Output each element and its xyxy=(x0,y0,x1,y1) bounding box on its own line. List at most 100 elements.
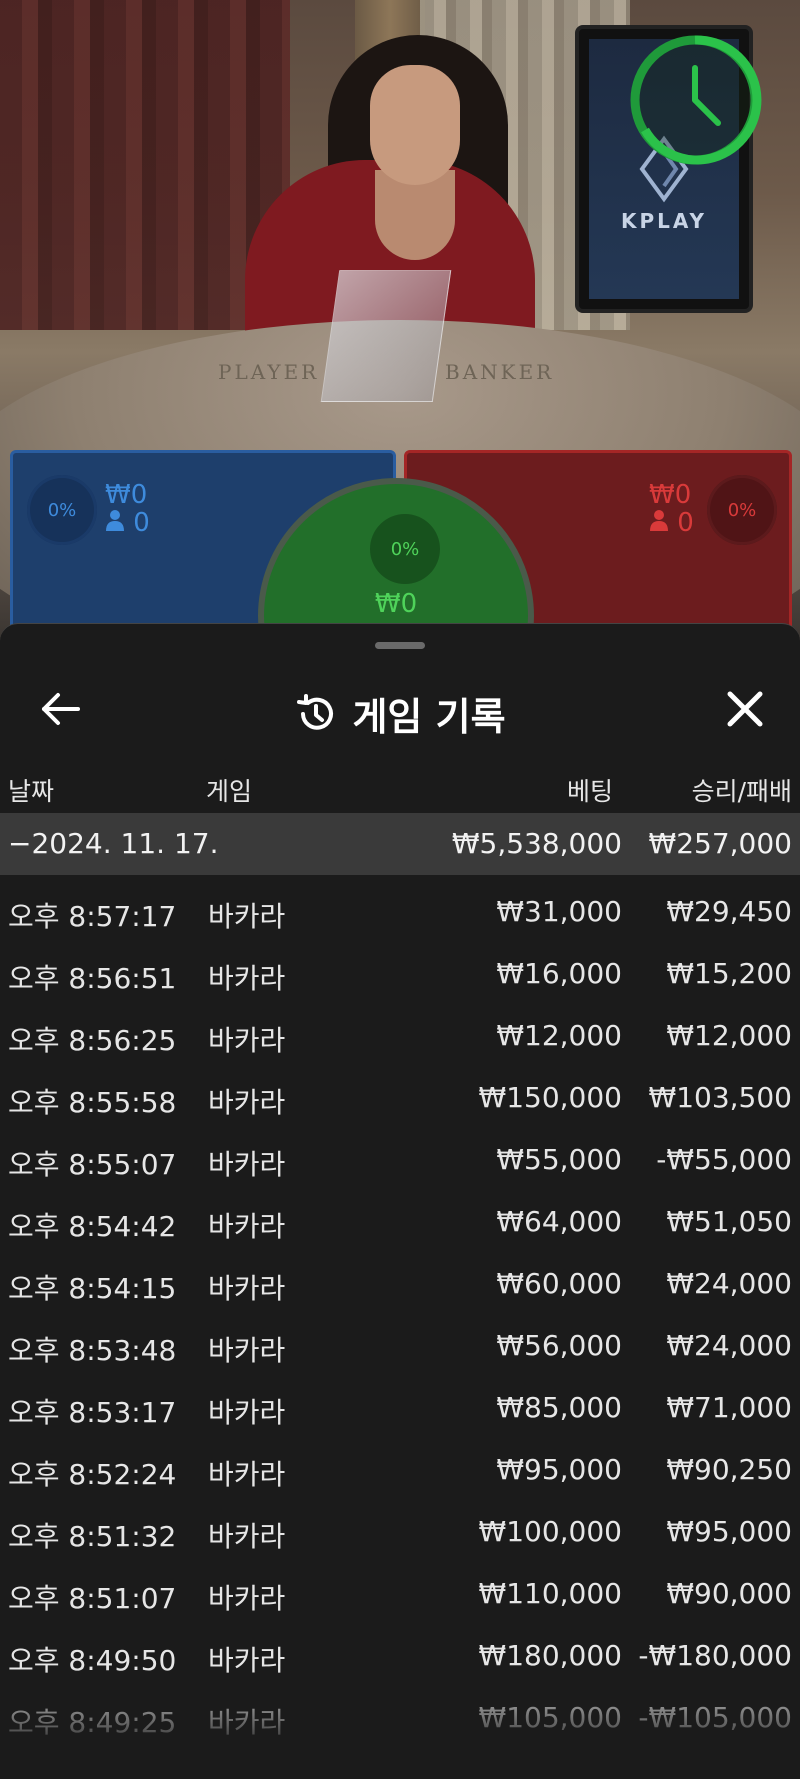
row-time: 오후 8:54:15 xyxy=(8,1272,177,1305)
row-time: 오후 8:53:48 xyxy=(8,1334,177,1367)
row-result: ₩95,000 xyxy=(666,1515,792,1548)
banker-bettor-count: 0 xyxy=(677,508,694,538)
row-bet: ₩180,000 xyxy=(478,1639,622,1672)
row-bet: ₩12,000 xyxy=(496,1019,622,1052)
history-icon xyxy=(297,693,334,730)
tie-percentage: 0% xyxy=(370,514,440,584)
row-time: 오후 8:52:24 xyxy=(8,1458,177,1491)
dealer-face xyxy=(370,65,460,185)
banker-bet-amount: ₩0 xyxy=(649,480,692,510)
table-label-player: PLAYER xyxy=(218,360,320,384)
row-time: 오후 8:56:25 xyxy=(8,1024,177,1057)
row-result: ₩90,250 xyxy=(666,1453,792,1486)
table-label-banker: BANKER xyxy=(445,360,555,384)
player-bet-amount: ₩0 xyxy=(105,480,148,510)
row-game: 바카라 xyxy=(208,1644,286,1677)
row-bet: ₩150,000 xyxy=(478,1081,622,1114)
history-row[interactable]: 오후 8:56:51 바카라 ₩16,000 ₩15,200 xyxy=(0,937,800,999)
player-bettor-count: 0 xyxy=(133,508,150,538)
row-result: ₩51,050 xyxy=(666,1205,792,1238)
summary-bet: ₩5,538,000 xyxy=(451,827,622,860)
row-result: ₩90,000 xyxy=(666,1577,792,1610)
row-game: 바카라 xyxy=(208,1458,286,1491)
row-game: 바카라 xyxy=(208,1396,286,1429)
col-bet: 베팅 xyxy=(566,777,613,806)
row-bet: ₩55,000 xyxy=(496,1143,622,1176)
row-bet: ₩60,000 xyxy=(496,1267,622,1300)
summary-date: −2024. 11. 17. xyxy=(8,827,219,860)
row-result: -₩180,000 xyxy=(638,1639,792,1672)
sheet-drag-handle[interactable] xyxy=(375,642,425,649)
row-time: 오후 8:53:17 xyxy=(8,1396,177,1429)
player-percentage: 0% xyxy=(27,475,97,545)
history-row[interactable]: 오후 8:57:17 바카라 ₩31,000 ₩29,450 xyxy=(0,875,800,937)
monitor-logo-text: KPLAY xyxy=(621,209,707,233)
row-game: 바카라 xyxy=(208,1334,286,1367)
sheet-title: 게임 기록 xyxy=(352,695,506,739)
row-game: 바카라 xyxy=(208,1706,286,1739)
tie-bet-amount: ₩0 xyxy=(374,589,418,619)
row-result: ₩12,000 xyxy=(666,1019,792,1052)
row-game: 바카라 xyxy=(208,1024,286,1057)
user-icon xyxy=(650,510,668,531)
row-game: 바카라 xyxy=(208,1210,286,1243)
col-game: 게임 xyxy=(206,777,253,806)
row-time: 오후 8:56:51 xyxy=(8,962,177,995)
countdown-timer-icon xyxy=(630,35,762,165)
sheet-header: 게임 기록 xyxy=(0,664,800,764)
history-row[interactable]: 오후 8:49:25 바카라 ₩105,000 -₩105,000 xyxy=(0,1681,800,1743)
row-result: ₩103,500 xyxy=(648,1081,792,1114)
live-video: PLAYER BANKER KPLAY 0% ₩0 0 0% ₩0 0 0% ₩… xyxy=(0,0,800,640)
user-icon xyxy=(106,510,124,531)
row-time: 오후 8:51:07 xyxy=(8,1582,177,1615)
game-history-sheet: 게임 기록 날짜 게임 베팅 승리/패배 −2024. 11. 17. ₩5,5… xyxy=(0,623,800,1779)
row-result: ₩24,000 xyxy=(666,1329,792,1362)
col-result: 승리/패배 xyxy=(691,777,792,806)
history-row[interactable]: 오후 8:53:17 바카라 ₩85,000 ₩71,000 xyxy=(0,1371,800,1433)
history-row[interactable]: 오후 8:51:32 바카라 ₩100,000 ₩95,000 xyxy=(0,1495,800,1557)
row-time: 오후 8:54:42 xyxy=(8,1210,177,1243)
row-time: 오후 8:51:32 xyxy=(8,1520,177,1553)
row-result: -₩105,000 xyxy=(638,1701,792,1734)
row-game: 바카라 xyxy=(208,1148,286,1181)
row-bet: ₩105,000 xyxy=(478,1701,622,1734)
row-bet: ₩31,000 xyxy=(496,895,622,928)
history-row[interactable]: 오후 8:52:24 바카라 ₩95,000 ₩90,250 xyxy=(0,1433,800,1495)
history-row[interactable]: 오후 8:53:48 바카라 ₩56,000 ₩24,000 xyxy=(0,1309,800,1371)
history-row[interactable]: 오후 8:51:07 바카라 ₩110,000 ₩90,000 xyxy=(0,1557,800,1619)
row-game: 바카라 xyxy=(208,1086,286,1119)
row-game: 바카라 xyxy=(208,1520,286,1553)
history-row[interactable]: 오후 8:56:25 바카라 ₩12,000 ₩12,000 xyxy=(0,999,800,1061)
history-row[interactable]: 오후 8:54:42 바카라 ₩64,000 ₩51,050 xyxy=(0,1185,800,1247)
col-date: 날짜 xyxy=(8,777,55,806)
history-row[interactable]: 오후 8:49:50 바카라 ₩180,000 -₩180,000 xyxy=(0,1619,800,1681)
history-row[interactable]: 오후 8:55:58 바카라 ₩150,000 ₩103,500 xyxy=(0,1061,800,1123)
row-game: 바카라 xyxy=(208,1582,286,1615)
row-time: 오후 8:49:50 xyxy=(8,1644,177,1677)
row-result: ₩15,200 xyxy=(666,957,792,990)
card-shoe xyxy=(320,270,452,402)
close-icon[interactable] xyxy=(720,684,770,734)
history-list: 오후 8:57:17 바카라 ₩31,000 ₩29,450 오후 8:56:51 바카라… xyxy=(0,875,800,1743)
row-game: 바카라 xyxy=(208,900,286,933)
date-summary-row[interactable]: −2024. 11. 17. ₩5,538,000 ₩257,000 xyxy=(0,813,800,875)
row-time: 오후 8:57:17 xyxy=(8,900,177,933)
table-header: 날짜 게임 베팅 승리/패배 xyxy=(0,764,800,814)
history-row[interactable]: 오후 8:54:15 바카라 ₩60,000 ₩24,000 xyxy=(0,1247,800,1309)
row-bet: ₩95,000 xyxy=(496,1453,622,1486)
row-bet: ₩16,000 xyxy=(496,957,622,990)
row-result: ₩71,000 xyxy=(666,1391,792,1424)
row-result: ₩24,000 xyxy=(666,1267,792,1300)
row-game: 바카라 xyxy=(208,962,286,995)
row-bet: ₩100,000 xyxy=(478,1515,622,1548)
row-bet: ₩85,000 xyxy=(496,1391,622,1424)
row-result: -₩55,000 xyxy=(656,1143,792,1176)
row-time: 오후 8:55:58 xyxy=(8,1086,177,1119)
row-bet: ₩64,000 xyxy=(496,1205,622,1238)
row-game: 바카라 xyxy=(208,1272,286,1305)
banker-percentage: 0% xyxy=(707,475,777,545)
history-row[interactable]: 오후 8:55:07 바카라 ₩55,000 -₩55,000 xyxy=(0,1123,800,1185)
row-result: ₩29,450 xyxy=(666,895,792,928)
summary-result: ₩257,000 xyxy=(648,827,792,860)
row-bet: ₩110,000 xyxy=(478,1577,622,1610)
